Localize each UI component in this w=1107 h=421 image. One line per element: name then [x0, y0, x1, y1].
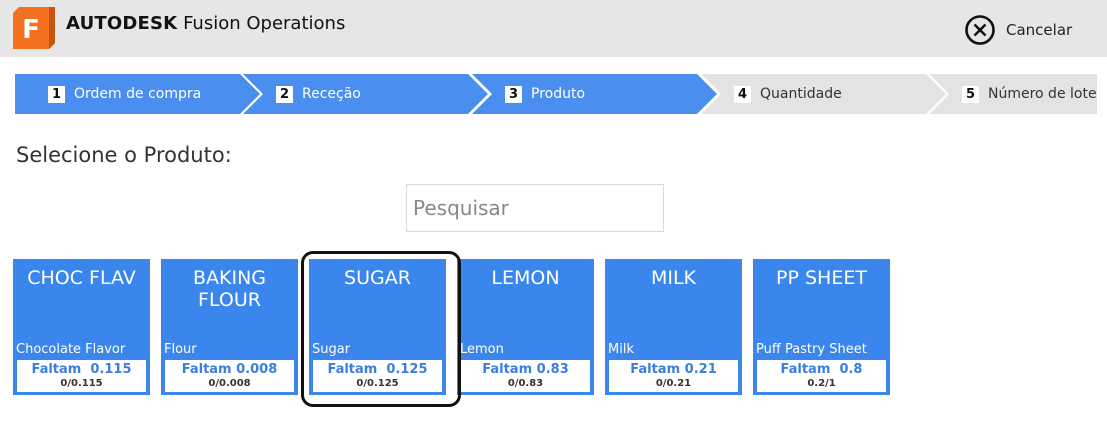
page-title: Selecione o Produto: — [16, 143, 232, 167]
step-progress: 1 Ordem de compra 2 Receção 3 Produto 4 … — [15, 74, 1097, 114]
step-number: 2 — [276, 85, 293, 103]
product-description: Chocolate Flavor — [16, 342, 126, 357]
product-card[interactable]: LEMON Lemon Faltam 0.83 0/0.83 — [457, 259, 594, 395]
logo-letter: F — [22, 15, 40, 45]
product-description: Flour — [164, 342, 197, 357]
product-description: Sugar — [312, 342, 351, 357]
step-label: Ordem de compra — [74, 86, 202, 102]
step-number: 4 — [734, 85, 751, 103]
step-label: Receção — [302, 86, 361, 102]
brand-product: Fusion Operations — [183, 13, 346, 34]
missing-box: Faltam 0.83 0/0.83 — [461, 360, 590, 392]
step-label: Número de lote — [988, 86, 1097, 102]
quantity-ratio: 0/0.115 — [60, 378, 103, 389]
missing-text: Faltam 0.008 — [181, 362, 278, 377]
quantity-ratio: 0/0.83 — [507, 378, 544, 389]
missing-text: Faltam 0.21 — [630, 362, 717, 377]
missing-box: Faltam 0.008 0/0.008 — [165, 360, 294, 392]
quantity-ratio: 0/0.008 — [208, 378, 251, 389]
product-card[interactable]: CHOC FLAV Chocolate Flavor Faltam 0.115 … — [13, 259, 150, 395]
step-label: Quantidade — [760, 86, 842, 102]
search-input[interactable] — [407, 185, 663, 231]
close-circle-icon — [965, 15, 995, 45]
product-code: BAKING FLOUR — [192, 267, 267, 311]
missing-box: Faltam 0.21 0/0.21 — [609, 360, 738, 392]
brand-title: AUTODESK Fusion Operations — [66, 13, 345, 35]
app-header: F AUTODESK Fusion Operations Cancelar — [0, 0, 1107, 57]
step-label: Produto — [531, 86, 586, 102]
quantity-ratio: 0/0.125 — [356, 378, 399, 389]
product-description: Lemon — [460, 342, 504, 357]
missing-box: Faltam 0.125 0/0.125 — [313, 360, 442, 392]
missing-text: Faltam 0.83 — [482, 362, 569, 377]
missing-text: Faltam 0.125 — [327, 362, 428, 377]
missing-text: Faltam 0.8 — [780, 362, 863, 377]
step-purchase-order[interactable]: 1 Ordem de compra — [15, 74, 263, 114]
quantity-ratio: 0/0.21 — [655, 378, 692, 389]
product-card[interactable]: MILK Milk Faltam 0.21 0/0.21 — [605, 259, 742, 395]
step-product[interactable]: 3 Produto — [472, 74, 722, 114]
missing-box: Faltam 0.115 0/0.115 — [17, 360, 146, 392]
step-number: 5 — [962, 85, 979, 103]
fusion-logo-icon: F — [13, 7, 55, 49]
product-code: MILK — [650, 267, 697, 289]
product-code: LEMON — [491, 267, 560, 289]
quantity-ratio: 0.2/1 — [807, 378, 836, 389]
missing-box: Faltam 0.8 0.2/1 — [757, 360, 886, 392]
product-description: Puff Pastry Sheet — [756, 342, 867, 357]
product-card[interactable]: PP SHEET Puff Pastry Sheet Faltam 0.8 0.… — [753, 259, 890, 395]
step-reception[interactable]: 2 Receção — [243, 74, 493, 114]
step-quantity[interactable]: 4 Quantidade — [701, 74, 951, 114]
product-description: Milk — [608, 342, 634, 357]
step-number: 3 — [505, 85, 522, 103]
search-box — [406, 184, 664, 232]
step-number: 1 — [48, 85, 65, 103]
cancel-button[interactable]: Cancelar — [964, 14, 1072, 46]
step-lot-number[interactable]: 5 Número de lote — [929, 74, 1097, 114]
product-code: PP SHEET — [776, 267, 867, 289]
brand-autodesk: AUTODESK — [66, 13, 178, 34]
cancel-label: Cancelar — [1006, 21, 1073, 39]
product-card[interactable]: BAKING FLOUR Flour Faltam 0.008 0/0.008 — [161, 259, 298, 395]
product-code: CHOC FLAV — [27, 267, 136, 289]
missing-text: Faltam 0.115 — [31, 362, 132, 377]
product-code: SUGAR — [344, 267, 411, 289]
product-card-selected[interactable]: SUGAR Sugar Faltam 0.125 0/0.125 — [309, 259, 446, 395]
